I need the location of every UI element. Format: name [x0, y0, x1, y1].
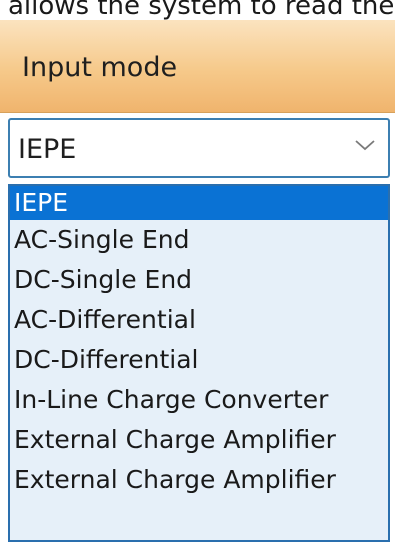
option-ac-single-end[interactable]: AC-Single End: [10, 220, 388, 260]
option-external-charge-amplifier-2[interactable]: External Charge Amplifier: [10, 460, 388, 500]
input-mode-selected-value: IEPE: [18, 134, 77, 165]
option-dc-differential[interactable]: DC-Differential: [10, 340, 388, 380]
option-iepe[interactable]: IEPE: [10, 186, 388, 220]
input-mode-select[interactable]: IEPE: [8, 118, 390, 178]
chevron-down-icon[interactable]: [354, 138, 376, 152]
column-header: Input mode: [0, 20, 395, 113]
option-ac-differential[interactable]: AC-Differential: [10, 300, 388, 340]
input-mode-label: Input mode: [22, 52, 178, 83]
option-dc-single-end[interactable]: DC-Single End: [10, 260, 388, 300]
option-external-charge-amplifier-1[interactable]: External Charge Amplifier: [10, 420, 388, 460]
input-mode-options-list: IEPE AC-Single End DC-Single End AC-Diff…: [8, 184, 390, 542]
page-text-fragment: allows the system to read the: [8, 0, 395, 20]
option-in-line-charge-converter[interactable]: In-Line Charge Converter: [10, 380, 388, 420]
